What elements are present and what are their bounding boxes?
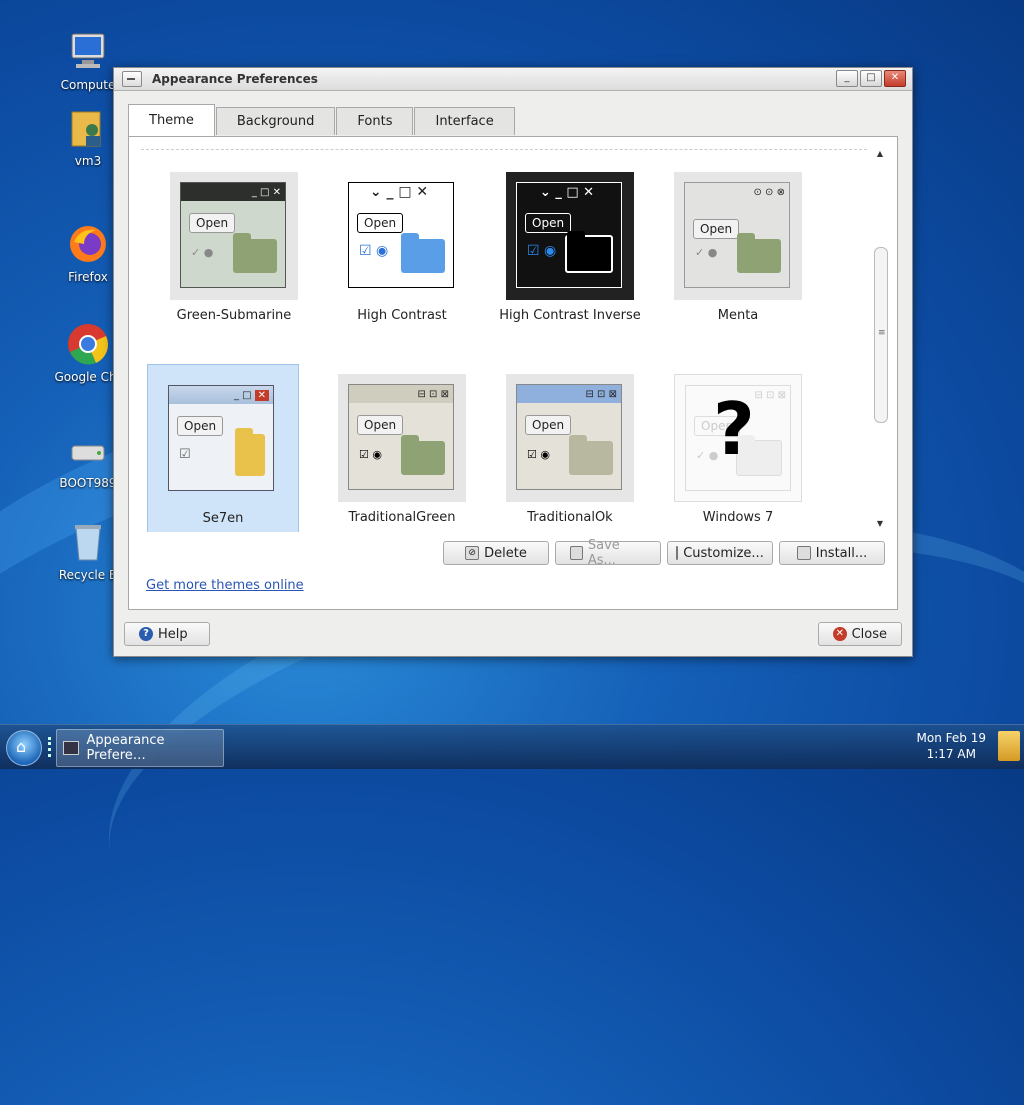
theme-label: Menta [717,308,759,323]
desktop-icon-label: Google Chr [54,370,122,384]
taskbar: ⌂ Appearance Prefere… Mon Feb 19 1:17 AM [0,724,1024,769]
theme-thumbnail: ⊙ ⊙ ⊗ Open ✓ ● [674,172,802,300]
delete-icon: ⊘ [465,546,480,560]
folder-icon [401,233,445,273]
computer-icon [71,33,105,68]
window-icon [63,741,79,755]
theme-item-green-submarine[interactable]: _ □ ✕ Open ✓ ● Green-Submarine [159,172,309,340]
scroll-down-icon[interactable]: ▼ [873,519,887,531]
window-menu-button[interactable] [122,71,142,87]
maximize-button[interactable]: □ [860,70,882,87]
theme-label: TraditionalOk [527,510,613,525]
desktop-icon-label: BOOT989 [59,476,117,490]
folder-icon [569,435,613,475]
show-desktop-folder-icon[interactable] [998,731,1020,761]
theme-thumbnail: ⌄ _ □ ✕ Open ☑ ◉ [338,172,466,300]
theme-item-traditionalok[interactable]: ⊟ ⊡ ⊠ Open ☑ ◉ TraditionalOk [495,374,645,532]
preview-open-button: Open [189,213,236,233]
theme-thumbnail: ⊟ ⊡ ⊠ Open ☑ ◉ [506,374,634,502]
clock[interactable]: Mon Feb 19 1:17 AM [917,730,986,762]
desktop-icon-label: Firefox [68,270,108,284]
preview-open-button: Open [525,213,572,233]
theme-label: High Contrast [357,308,447,323]
start-icon: ⌂ [16,737,27,756]
install-button[interactable]: Install... [779,541,885,565]
theme-label: Se7en [202,511,244,526]
customize-button[interactable]: Customize... [667,541,773,565]
desktop-icon-label: Compute [60,78,116,92]
preview-open-button: Open [177,416,224,436]
minimize-button[interactable]: _ [836,70,858,87]
close-icon: ✕ [833,627,847,641]
grip-icon: ≡ [878,328,886,338]
taskbar-item-appearance-preferences[interactable]: Appearance Prefere… [56,729,224,767]
tab-bar: Theme Background Fonts Interface [128,104,516,136]
tab-theme[interactable]: Theme [128,104,215,136]
folder-icon [233,233,277,273]
recycle-bin-icon [75,525,101,561]
tab-fonts[interactable]: Fonts [336,107,414,135]
theme-item-windows-7[interactable]: ⊟ ⊡ ⊠ Open ✓ ● ? Windows 7 [663,374,813,532]
tab-interface[interactable]: Interface [414,107,515,135]
theme-thumbnail: ⌄ _ □ ✕ Open ☑ ◉ [506,172,634,300]
theme-item-se7en[interactable]: _ □ ✕ Open ☑ Se7en [147,364,299,532]
title-bar[interactable]: Appearance Preferences _ □ ✕ [114,68,912,91]
get-more-themes-link[interactable]: Get more themes online [146,578,304,593]
help-icon: ? [139,627,153,641]
start-button[interactable]: ⌂ [6,730,42,766]
theme-thumbnail: ⊟ ⊡ ⊠ Open ☑ ◉ [338,374,466,502]
theme-thumbnail: ⊟ ⊡ ⊠ Open ✓ ● ? [674,374,802,502]
folder-icon [737,233,781,273]
appearance-preferences-window: Appearance Preferences _ □ ✕ Theme Backg… [113,67,913,657]
theme-tab-panel: _ □ ✕ Open ✓ ● Green-Submarine ⌄ _ □ ✕ O… [128,136,898,610]
folder-icon [401,435,445,475]
scroll-up-icon[interactable]: ▲ [873,149,887,161]
drive-icon [71,445,105,461]
clock-date: Mon Feb 19 [916,731,986,745]
close-button[interactable]: ✕ Close [818,622,902,646]
theme-item-high-contrast-inverse[interactable]: ⌄ _ □ ✕ Open ☑ ◉ High Contrast Inverse [495,172,645,340]
theme-item-traditionalgreen[interactable]: ⊟ ⊡ ⊠ Open ☑ ◉ TraditionalGreen [327,374,477,532]
preview-open-button: Open [693,219,740,239]
preview-open-button: Open [357,415,404,435]
help-button[interactable]: ? Help [124,622,210,646]
clock-time: 1:17 AM [926,747,976,761]
folder-icon [235,428,265,476]
preview-open-button: Open [357,213,404,233]
theme-label: Windows 7 [702,510,774,525]
theme-label: Green-Submarine [176,308,292,323]
theme-actions: ⊘ Delete Save As... Customize... Install… [443,538,885,568]
theme-label: High Contrast Inverse [499,308,641,323]
theme-thumbnail: _ □ ✕ Open ✓ ● [170,172,298,300]
close-window-button[interactable]: ✕ [884,70,906,87]
taskbar-grip-icon [48,737,55,757]
window-title: Appearance Preferences [152,72,318,86]
theme-gallery[interactable]: _ □ ✕ Open ✓ ● Green-Submarine ⌄ _ □ ✕ O… [141,149,867,532]
scrollbar-thumb[interactable]: ≡ [874,247,888,423]
theme-label: TraditionalGreen [348,510,456,525]
save-as-button[interactable]: Save As... [555,538,661,568]
delete-button[interactable]: ⊘ Delete [443,541,549,565]
firefox-icon [70,226,106,262]
theme-thumbnail: _ □ ✕ Open ☑ [158,375,286,503]
gallery-scrollbar[interactable]: ▲ ≡ ▼ [873,149,888,531]
missing-preview-question-mark: ? [713,387,755,471]
folder-icon [565,231,613,273]
chrome-icon [68,324,108,365]
theme-item-high-contrast[interactable]: ⌄ _ □ ✕ Open ☑ ◉ High Contrast [327,172,477,340]
desktop-icon-label: Recycle B [58,568,118,582]
tab-background[interactable]: Background [215,107,336,135]
save-icon [570,546,583,560]
theme-item-menta[interactable]: ⊙ ⊙ ⊗ Open ✓ ● Menta [663,172,813,340]
user-folder-icon [71,111,101,147]
install-icon [796,546,811,560]
desktop-icon-label: vm3 [74,154,102,168]
preview-open-button: Open [525,415,572,435]
customize-icon [676,546,679,560]
